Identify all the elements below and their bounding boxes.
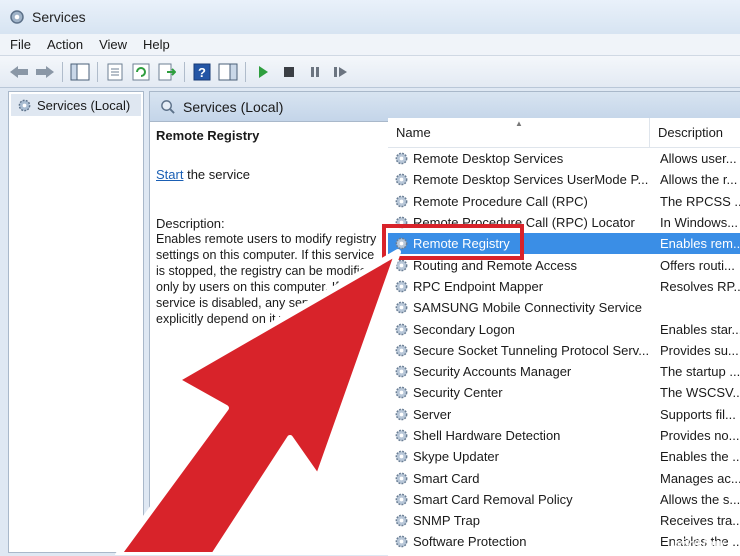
watermark: wikiHow bbox=[672, 536, 725, 551]
red-arrow-annotation bbox=[115, 249, 401, 555]
